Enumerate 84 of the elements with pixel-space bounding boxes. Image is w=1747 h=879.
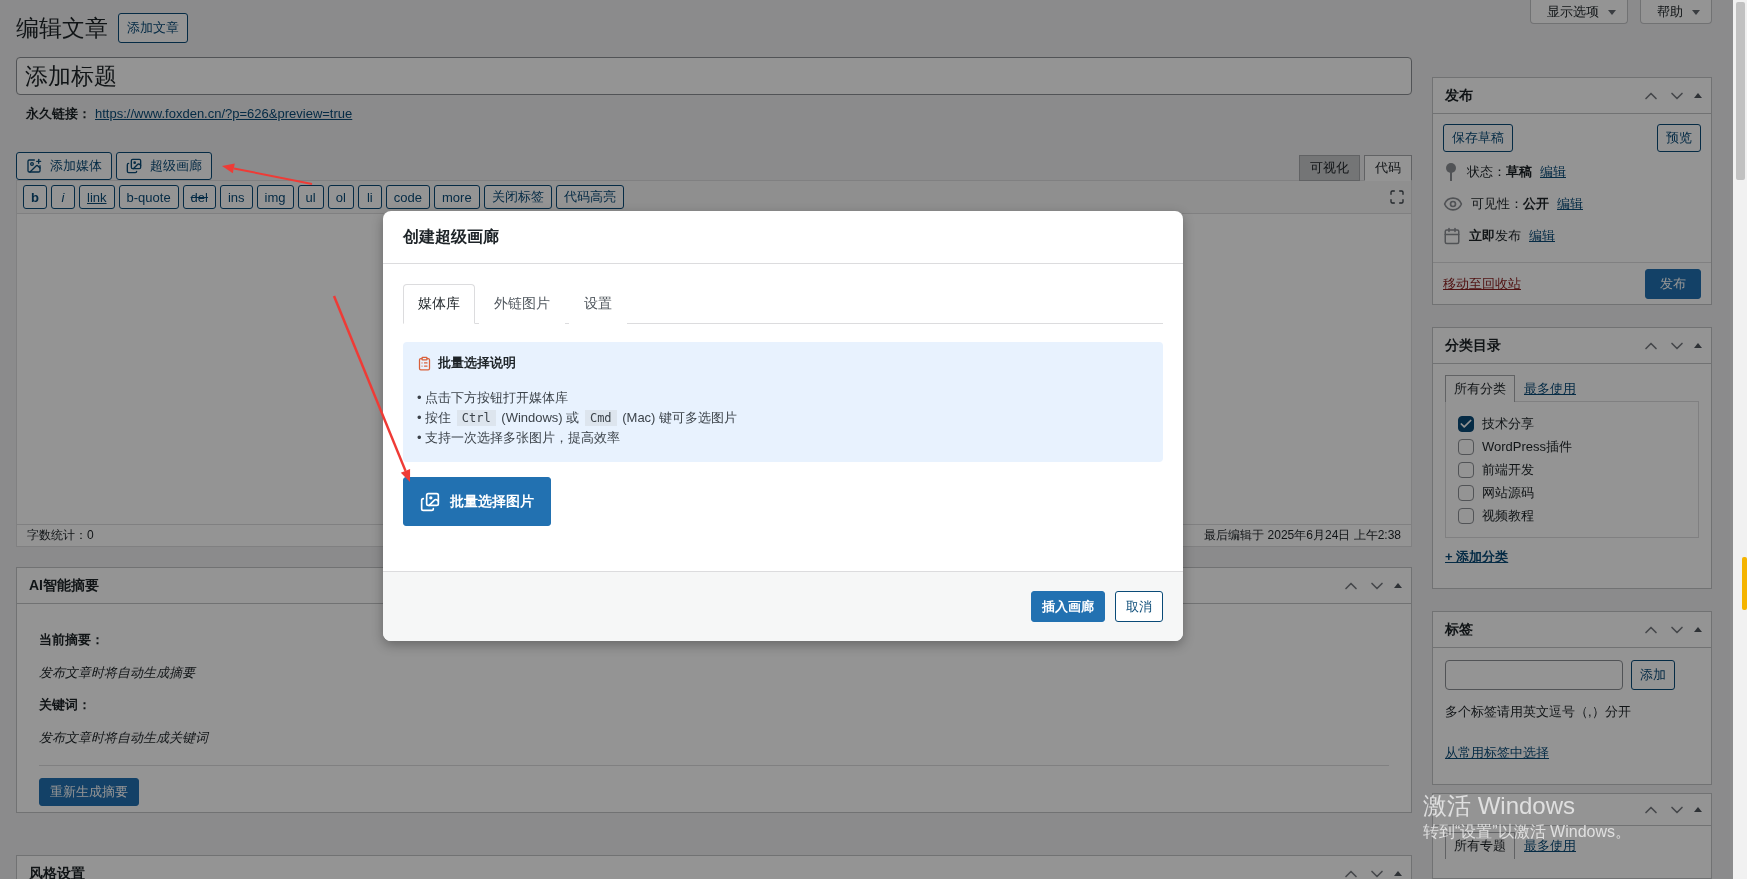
box-title: 标签 <box>1445 620 1474 639</box>
clipboard-icon <box>417 355 432 371</box>
category-label: WordPress插件 <box>1482 437 1573 456</box>
choose-tags-link[interactable]: 从常用标签中选择 <box>1445 745 1549 760</box>
tag-input-field[interactable] <box>1445 660 1623 690</box>
edit-link[interactable]: 编辑 <box>1540 163 1566 181</box>
box-title: AI智能摘要 <box>29 576 100 595</box>
fullscreen-icon[interactable] <box>1389 189 1405 205</box>
images-icon <box>126 158 142 174</box>
quicktag-button[interactable]: del <box>182 185 216 209</box>
eye-icon <box>1443 194 1463 214</box>
caret-icon <box>1691 7 1701 16</box>
quicktag-button[interactable]: li <box>357 185 382 209</box>
instructions-title: 批量选择说明 <box>438 354 516 372</box>
images-icon <box>420 491 440 512</box>
word-count: 字数统计：0 <box>27 527 94 544</box>
regenerate-button[interactable]: 重新生成摘要 <box>39 778 139 806</box>
field-value: 发布文章时将自动生成关键词 <box>39 729 210 747</box>
category-tab[interactable]: 所有分类 <box>1445 375 1515 402</box>
preview-button[interactable]: 预览 <box>1657 124 1701 152</box>
image-plus-icon <box>26 158 42 174</box>
publish-info-text: 立即发布 <box>1469 227 1521 245</box>
checkbox[interactable] <box>1458 461 1474 478</box>
quicktag-button[interactable]: code <box>385 185 430 209</box>
editor-mode-tab[interactable]: 可视化 <box>1299 155 1360 181</box>
permalink-label: 永久链接： <box>26 105 91 123</box>
cancel-button[interactable]: 取消 <box>1115 591 1163 622</box>
checkbox[interactable] <box>1458 484 1474 501</box>
editor-mode-tab[interactable]: 代码 <box>1364 155 1412 181</box>
batch-select-button[interactable]: 批量选择图片 <box>403 477 551 526</box>
dialog-tab[interactable]: 媒体库 <box>403 284 475 324</box>
checkbox[interactable] <box>1458 438 1474 455</box>
checkbox[interactable] <box>1458 415 1474 432</box>
watermark-title: 激活 Windows <box>1423 791 1577 821</box>
field-label: 当前摘要： <box>39 631 105 649</box>
category-label: 前端开发 <box>1482 460 1534 479</box>
edit-link[interactable]: 编辑 <box>1529 227 1555 245</box>
quicktag-button[interactable]: img <box>256 185 294 209</box>
media-button[interactable]: 超级画廊 <box>116 152 212 180</box>
edit-link[interactable]: 编辑 <box>1557 195 1583 213</box>
field-label: 关键词： <box>39 696 92 714</box>
box-title: 风格设置 <box>29 864 86 879</box>
instruction-text: • 支持一次选择多张图片，提高效率 <box>417 429 622 447</box>
publish-button[interactable]: 发布 <box>1645 268 1701 299</box>
field-value: 发布文章时将自动生成摘要 <box>39 664 198 682</box>
publish-info-text: 状态：草稿 <box>1467 163 1532 181</box>
quicktag-button[interactable]: link <box>79 185 115 209</box>
last-edited-text: 最后编辑于 2025年6月24日 上午2:38 <box>1204 527 1401 544</box>
tag-hint-text: 多个标签请用英文逗号（,）分开 <box>1445 703 1632 721</box>
permalink-link[interactable]: https://www.foxden.cn/?p=626&preview=true <box>95 104 353 124</box>
trash-link[interactable]: 移动至回收站 <box>1443 274 1521 293</box>
category-label: 视频教程 <box>1482 506 1534 525</box>
screen-meta-button[interactable]: 显示选项 <box>1530 0 1628 24</box>
add-post-button[interactable]: 添加文章 <box>118 13 188 43</box>
page-title: 编辑文章 <box>16 14 108 43</box>
quicktag-button[interactable]: 关闭标签 <box>483 185 552 209</box>
quicktag-button[interactable]: b-quote <box>118 185 179 209</box>
title-input-field[interactable]: 添加标题 <box>16 57 1412 95</box>
calendar-icon <box>1443 227 1461 245</box>
category-label: 技术分享 <box>1482 414 1534 433</box>
category-label: 网站源码 <box>1482 483 1534 502</box>
quicktag-button[interactable]: 代码高亮 <box>555 185 624 209</box>
dialog-title: 创建超级画廊 <box>403 226 499 247</box>
quicktag-button[interactable]: ul <box>297 185 324 209</box>
caret-icon <box>1607 7 1617 16</box>
save-draft-button[interactable]: 保存草稿 <box>1443 124 1513 152</box>
checkbox[interactable] <box>1458 507 1474 524</box>
box-title: 发布 <box>1445 86 1474 105</box>
instruction-text: • 按住 Ctrl (Windows) 或 Cmd (Mac) 键可多选图片 <box>417 409 739 428</box>
quicktag-button[interactable]: more <box>434 185 480 209</box>
add-tag-button[interactable]: 添加 <box>1631 660 1675 690</box>
add-category-link[interactable]: + 添加分类 <box>1445 548 1509 566</box>
quicktag-button[interactable]: i <box>51 185 75 209</box>
pin-icon <box>1443 162 1459 182</box>
quicktag-button[interactable]: ins <box>219 185 253 209</box>
box-title: 分类目录 <box>1445 336 1502 355</box>
media-button[interactable]: 添加媒体 <box>16 152 112 180</box>
category-tab[interactable]: 最多使用 <box>1515 375 1585 402</box>
publish-info-text: 可见性：公开 <box>1471 195 1549 213</box>
instruction-text: • 点击下方按钮打开媒体库 <box>417 389 570 407</box>
quicktag-button[interactable]: b <box>23 185 47 209</box>
insert-gallery-button[interactable]: 插入画廊 <box>1031 591 1105 622</box>
screen-meta-button[interactable]: 帮助 <box>1640 0 1712 24</box>
quicktag-button[interactable]: ol <box>327 185 354 209</box>
